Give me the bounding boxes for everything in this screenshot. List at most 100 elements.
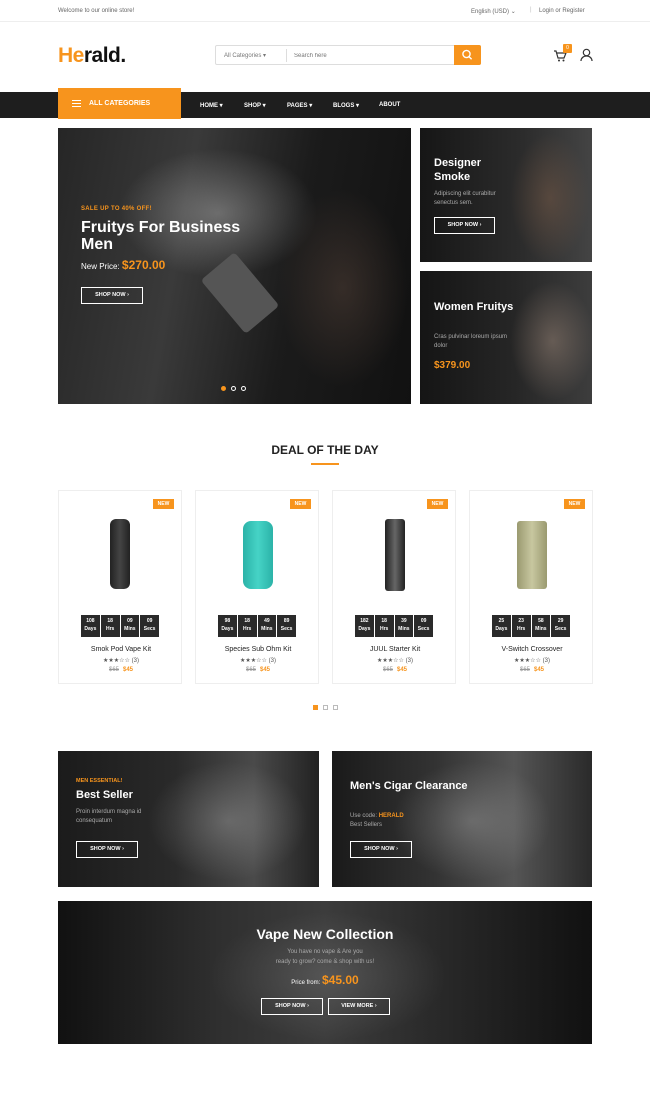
side-banner-title: Designer Smoke <box>434 157 482 183</box>
slider-dot[interactable] <box>231 386 236 391</box>
timer-days: 108 Days <box>81 615 100 637</box>
product-card[interactable]: NEW 108 Days 18 Hrs 09 Mins 09 Secs Smok Pod… <box>58 490 182 684</box>
category-select[interactable]: All Categories ▾ <box>224 52 266 59</box>
product-card[interactable]: NEW 25 Days 23 Hrs 58 Mins 29 Secs V-Switch … <box>469 490 593 684</box>
product-rating: ★★★☆☆ (3) <box>470 657 594 664</box>
language-selector[interactable]: English (USD) ⌄ <box>471 8 516 15</box>
carousel-dot[interactable] <box>323 705 328 710</box>
product-card[interactable]: NEW 98 Days 18 Hrs 49 Mins 89 Secs Species S… <box>195 490 319 684</box>
side-shop-now-button[interactable]: SHOP NOW › <box>434 217 495 234</box>
all-categories-label: ALL CATEGORIES <box>89 100 151 107</box>
product-name[interactable]: Smok Pod Vape Kit <box>59 646 183 653</box>
welcome-text: Welcome to our online store! <box>58 8 135 14</box>
product-name[interactable]: V-Switch Crossover <box>470 646 594 653</box>
language-label: English (USD) <box>471 9 510 15</box>
chevron-right-icon: › <box>307 1003 309 1009</box>
slider-dot-active[interactable] <box>221 386 226 391</box>
product-name[interactable]: Species Sub Ohm Kit <box>196 646 320 653</box>
countdown-timer: 98 Days 18 Hrs 49 Mins 89 Secs <box>218 615 296 637</box>
old-price: $65 <box>382 667 393 673</box>
title-underline <box>311 463 339 465</box>
product-rating: ★★★☆☆ (3) <box>333 657 457 664</box>
timer-secs: 29 Secs <box>551 615 570 637</box>
old-price: $65 <box>108 667 119 673</box>
hero-title: Fruitys For Business Men <box>81 219 241 253</box>
banner-desc: You have no vape & Are you ready to grow?… <box>0 947 650 967</box>
nav-item-about[interactable]: ABOUT <box>379 102 400 108</box>
review-count: (3) <box>131 658 139 664</box>
cart-count-badge: 0 <box>563 44 572 53</box>
account-button[interactable] <box>580 48 593 67</box>
search-icon <box>462 49 473 60</box>
button-label: SHOP NOW <box>364 846 395 852</box>
nav-label: SHOP <box>244 103 261 109</box>
product-name[interactable]: JUUL Starter Kit <box>333 646 457 653</box>
promo-shop-now-button[interactable]: SHOP NOW › <box>76 841 138 858</box>
hero-subtitle: SALE UP TO 40% OFF! <box>81 206 152 212</box>
search-button[interactable] <box>454 45 481 65</box>
nav-item-home[interactable]: HOME ▾ <box>200 102 223 109</box>
product-price: $65 $45 <box>59 667 183 673</box>
side-banner-price: $379.00 <box>434 360 471 371</box>
cart-button[interactable]: 0 <box>553 44 572 67</box>
timer-days: 25 Days <box>492 615 511 637</box>
all-categories-button[interactable]: ALL CATEGORIES <box>58 88 181 119</box>
nav-item-shop[interactable]: SHOP ▾ <box>244 102 266 109</box>
promo-shop-now-button[interactable]: SHOP NOW › <box>350 841 412 858</box>
timer-hrs: 18 Hrs <box>374 615 394 637</box>
hero-price: New Price: $270.00 <box>81 258 165 272</box>
nav-label: HOME <box>200 103 218 109</box>
carousel-dot[interactable] <box>333 705 338 710</box>
nav-label: BLOGS <box>333 103 355 109</box>
timer-days: 98 Days <box>218 615 237 637</box>
banner-shop-now-button[interactable]: SHOP NOW › <box>261 998 323 1015</box>
carousel-dot-active[interactable] <box>313 705 318 710</box>
site-logo[interactable]: Herald. <box>58 44 126 68</box>
button-label: SHOP NOW <box>447 222 479 228</box>
old-price: $65 <box>519 667 530 673</box>
promo-title: Men's Cigar Clearance <box>350 780 468 792</box>
banner-title: Vape New Collection <box>256 926 394 942</box>
slider-dot[interactable] <box>241 386 246 391</box>
user-icon <box>580 48 593 62</box>
banner-price: Price from: $45.00 <box>0 973 650 987</box>
hero-shop-now-button[interactable]: SHOP NOW › <box>81 287 143 304</box>
product-price: $65 $45 <box>196 667 320 673</box>
star-icons: ★★★☆☆ <box>514 658 541 664</box>
price-label: New Price: <box>81 262 120 271</box>
promo-code: HERALD <box>378 813 404 819</box>
logo-accent: He <box>58 44 84 67</box>
person-image <box>510 281 592 401</box>
nav-item-pages[interactable]: PAGES ▾ <box>287 102 312 109</box>
banner-view-more-button[interactable]: VIEW MORE › <box>328 998 390 1015</box>
timer-mins: 58 Mins <box>531 615 551 637</box>
promo-title: Best Seller <box>76 789 133 801</box>
menu-icon <box>72 100 81 107</box>
timer-hrs: 18 Hrs <box>100 615 120 637</box>
banner-desc-line: You have no vape & Are you <box>287 949 363 955</box>
current-price: $45 <box>397 667 408 673</box>
search-input[interactable] <box>294 49 454 62</box>
timer-hrs: 23 Hrs <box>511 615 531 637</box>
search-bar: All Categories ▾ <box>215 45 481 65</box>
timer-secs: 09 Secs <box>140 615 159 637</box>
code-suffix: Best Sellers <box>350 822 383 828</box>
chevron-down-icon: ⌄ <box>510 9 516 15</box>
side-banner-desc: Cras pulvinar loreum ipsum dolor <box>434 334 508 349</box>
promo-tag: MEN ESSENTIAL! <box>76 778 123 784</box>
banner-desc-line: ready to grow? come & shop with us! <box>275 959 375 965</box>
new-badge: NEW <box>564 499 585 509</box>
nav-item-blogs[interactable]: BLOGS ▾ <box>333 102 359 109</box>
person-image <box>510 133 590 262</box>
chevron-right-icon: › <box>479 222 482 228</box>
product-card[interactable]: NEW 182 Days 18 Hrs 39 Mins 09 Secs JUUL Sta… <box>332 490 456 684</box>
product-price: $65 $45 <box>333 667 457 673</box>
price-value: $270.00 <box>121 258 166 272</box>
product-rating: ★★★☆☆ (3) <box>59 657 183 664</box>
logo-rest: rald. <box>83 44 126 67</box>
login-link[interactable]: Login or Register <box>539 8 585 14</box>
star-icons: ★★★☆☆ <box>103 658 130 664</box>
timer-mins: 39 Mins <box>394 615 414 637</box>
price-label: Price from: <box>291 980 321 986</box>
timer-hrs: 18 Hrs <box>237 615 257 637</box>
